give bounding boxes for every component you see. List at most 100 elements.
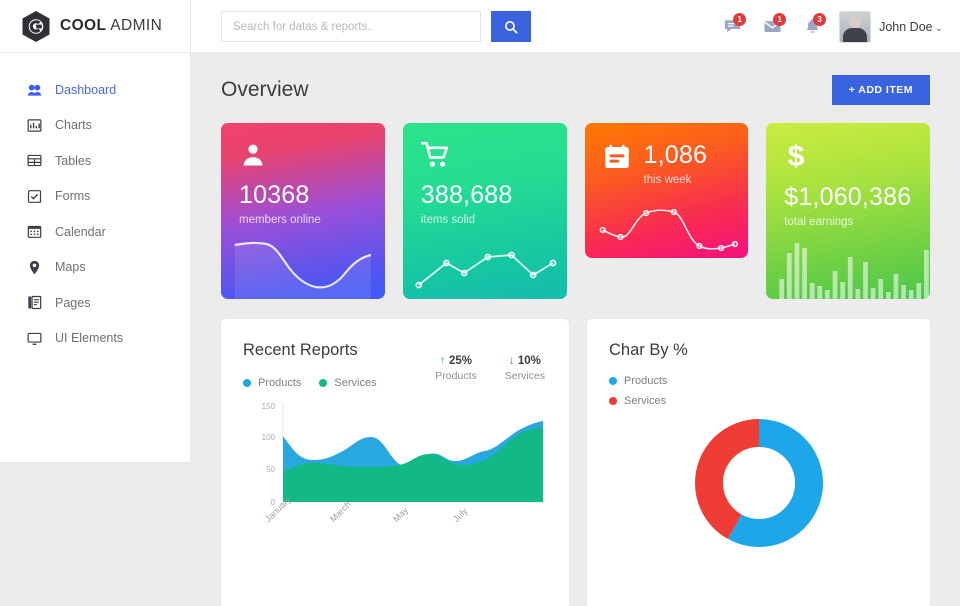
reports-stats: ↑ 25% Products ↓ 10% Services bbox=[435, 355, 545, 382]
sidebar-item-dashboard[interactable]: Dashboard bbox=[0, 72, 190, 108]
sidebar-item-label: Tables bbox=[55, 153, 92, 168]
bell-badge: 3 bbox=[813, 12, 827, 26]
brand-light: ADMIN bbox=[110, 17, 163, 34]
legend-label: Services bbox=[624, 395, 667, 407]
svg-text:150: 150 bbox=[262, 402, 276, 411]
stat-card-earnings[interactable]: $ $1,060,386 total earnings bbox=[766, 123, 930, 299]
user-name: John Doe bbox=[879, 19, 933, 34]
sidebar-item-label: Forms bbox=[55, 189, 91, 204]
table-icon bbox=[27, 153, 42, 168]
topbar: 1 1 3 John Doe⌄ bbox=[191, 0, 960, 53]
legend-item-services: Services bbox=[609, 395, 908, 407]
stat-label: total earnings bbox=[784, 215, 854, 228]
dashboard-icon bbox=[27, 82, 42, 97]
stat-card-body: $ $1,060,386 total earnings bbox=[766, 123, 930, 228]
stat-card-text: 1,086 this week bbox=[644, 141, 708, 186]
recent-reports-header: Recent Reports Products Services ↑ 25% P… bbox=[243, 341, 547, 389]
bar-chart-icon bbox=[27, 118, 42, 133]
legend-item-products: Products bbox=[609, 375, 908, 387]
legend-dot-icon bbox=[319, 379, 328, 387]
stat-value-row: ↓ 10% bbox=[505, 355, 545, 367]
items-sparkline bbox=[403, 225, 567, 299]
search-icon bbox=[504, 20, 518, 34]
legend-dot-icon bbox=[609, 397, 617, 405]
stat-value-row: ↑ 25% bbox=[435, 355, 476, 367]
chevron-down-icon: ⌄ bbox=[934, 22, 943, 34]
hexagon-c-logo-icon bbox=[21, 10, 51, 43]
page-title: Overview bbox=[221, 78, 309, 101]
donut-chart bbox=[694, 419, 823, 547]
search-input[interactable] bbox=[222, 12, 480, 41]
map-pin-icon bbox=[27, 260, 42, 275]
bottom-panels: Recent Reports Products Services ↑ 25% P… bbox=[191, 299, 960, 606]
sidebar-item-label: UI Elements bbox=[55, 331, 124, 346]
user-icon bbox=[239, 141, 367, 174]
stat-value: 388,688 bbox=[420, 181, 513, 209]
stat-label: items solid bbox=[420, 213, 476, 226]
mail-badge: 1 bbox=[773, 12, 787, 26]
dollar-icon: $ bbox=[784, 140, 912, 176]
sidebar-item-charts[interactable]: Charts bbox=[0, 108, 190, 144]
chat-notification[interactable]: 1 bbox=[712, 12, 752, 42]
pages-icon bbox=[27, 295, 42, 310]
brand-text: COOL ADMIN bbox=[60, 17, 162, 35]
legend-label: Products bbox=[258, 377, 302, 389]
stat-label: members online bbox=[239, 213, 321, 226]
brand-bold: COOL bbox=[60, 17, 107, 34]
main-content: Overview + ADD ITEM 10368 members online bbox=[191, 53, 960, 606]
sidebar-item-ui-elements[interactable]: UI Elements bbox=[0, 321, 190, 357]
legend-label: Services bbox=[334, 377, 377, 389]
sidebar-item-label: Pages bbox=[55, 295, 91, 310]
members-sparkline bbox=[221, 225, 385, 299]
sidebar-item-tables[interactable]: Tables bbox=[0, 143, 190, 179]
sidebar-nav: Dashboard Charts Tables Forms Calendar M… bbox=[0, 53, 190, 356]
panel-title: Char By % bbox=[609, 341, 688, 359]
user-menu[interactable]: John Doe ⌄ bbox=[879, 20, 943, 34]
week-sparkline bbox=[585, 192, 749, 258]
topbar-right: 1 1 3 John Doe ⌄ bbox=[712, 0, 943, 53]
reports-x-axis-labels: January March May July bbox=[243, 494, 547, 549]
sidebar-item-calendar[interactable]: Calendar bbox=[0, 214, 190, 250]
stat-card-body: 388,688 items solid bbox=[403, 123, 567, 226]
stat-card-members[interactable]: 10368 members online bbox=[221, 123, 385, 299]
brand-logo[interactable]: COOL ADMIN bbox=[0, 0, 190, 53]
legend-dot-icon bbox=[243, 379, 251, 387]
stat-services-change: ↓ 10% Services bbox=[505, 355, 545, 382]
form-checkbox-icon bbox=[27, 189, 42, 204]
legend-dot-icon bbox=[609, 377, 617, 385]
up-arrow-icon: ↑ bbox=[440, 355, 446, 367]
avatar-body bbox=[843, 27, 868, 42]
stat-card-week[interactable]: 1,086 this week bbox=[584, 123, 749, 258]
bell-notification[interactable]: 3 bbox=[792, 12, 832, 42]
sidebar-item-forms[interactable]: Forms bbox=[0, 179, 190, 215]
search-button[interactable] bbox=[491, 11, 531, 42]
search-field-wrapper[interactable] bbox=[221, 11, 481, 42]
mail-notification[interactable]: 1 bbox=[752, 12, 792, 42]
stat-card-items[interactable]: 388,688 items solid bbox=[402, 123, 567, 299]
add-item-button[interactable]: + ADD ITEM bbox=[831, 75, 930, 105]
legend-label: Products bbox=[624, 375, 668, 387]
stat-caption: Services bbox=[504, 370, 545, 382]
stat-value: $1,060,386 bbox=[784, 183, 912, 211]
sidebar-item-pages[interactable]: Pages bbox=[0, 285, 190, 321]
legend-item-products: Products bbox=[243, 377, 301, 389]
calendar-icon bbox=[603, 143, 631, 176]
stat-cards: 10368 members online 388,688 items solid… bbox=[191, 105, 960, 299]
stat-products-change: ↑ 25% Products bbox=[435, 355, 476, 382]
char-by-percent-panel: Char By % Products Services bbox=[587, 319, 930, 606]
recent-reports-panel: Recent Reports Products Services ↑ 25% P… bbox=[221, 319, 569, 606]
avatar-head bbox=[849, 15, 862, 28]
svg-text:100: 100 bbox=[262, 433, 276, 442]
donut-legend: Products Services bbox=[609, 375, 908, 407]
sidebar-item-label: Charts bbox=[55, 118, 92, 133]
stat-label: this week bbox=[643, 173, 692, 186]
stat-value: 10368 bbox=[239, 181, 310, 209]
sidebar-item-maps[interactable]: Maps bbox=[0, 250, 190, 286]
stat-percent: 10% bbox=[517, 355, 541, 367]
app-window: COOL ADMIN Dashboard Charts Tables Forms… bbox=[0, 0, 960, 606]
cart-icon bbox=[420, 141, 549, 174]
stat-card-body: 10368 members online bbox=[221, 123, 385, 226]
stat-caption: Products bbox=[435, 370, 477, 382]
avatar[interactable] bbox=[840, 11, 871, 42]
stat-percent: 25% bbox=[448, 355, 472, 367]
